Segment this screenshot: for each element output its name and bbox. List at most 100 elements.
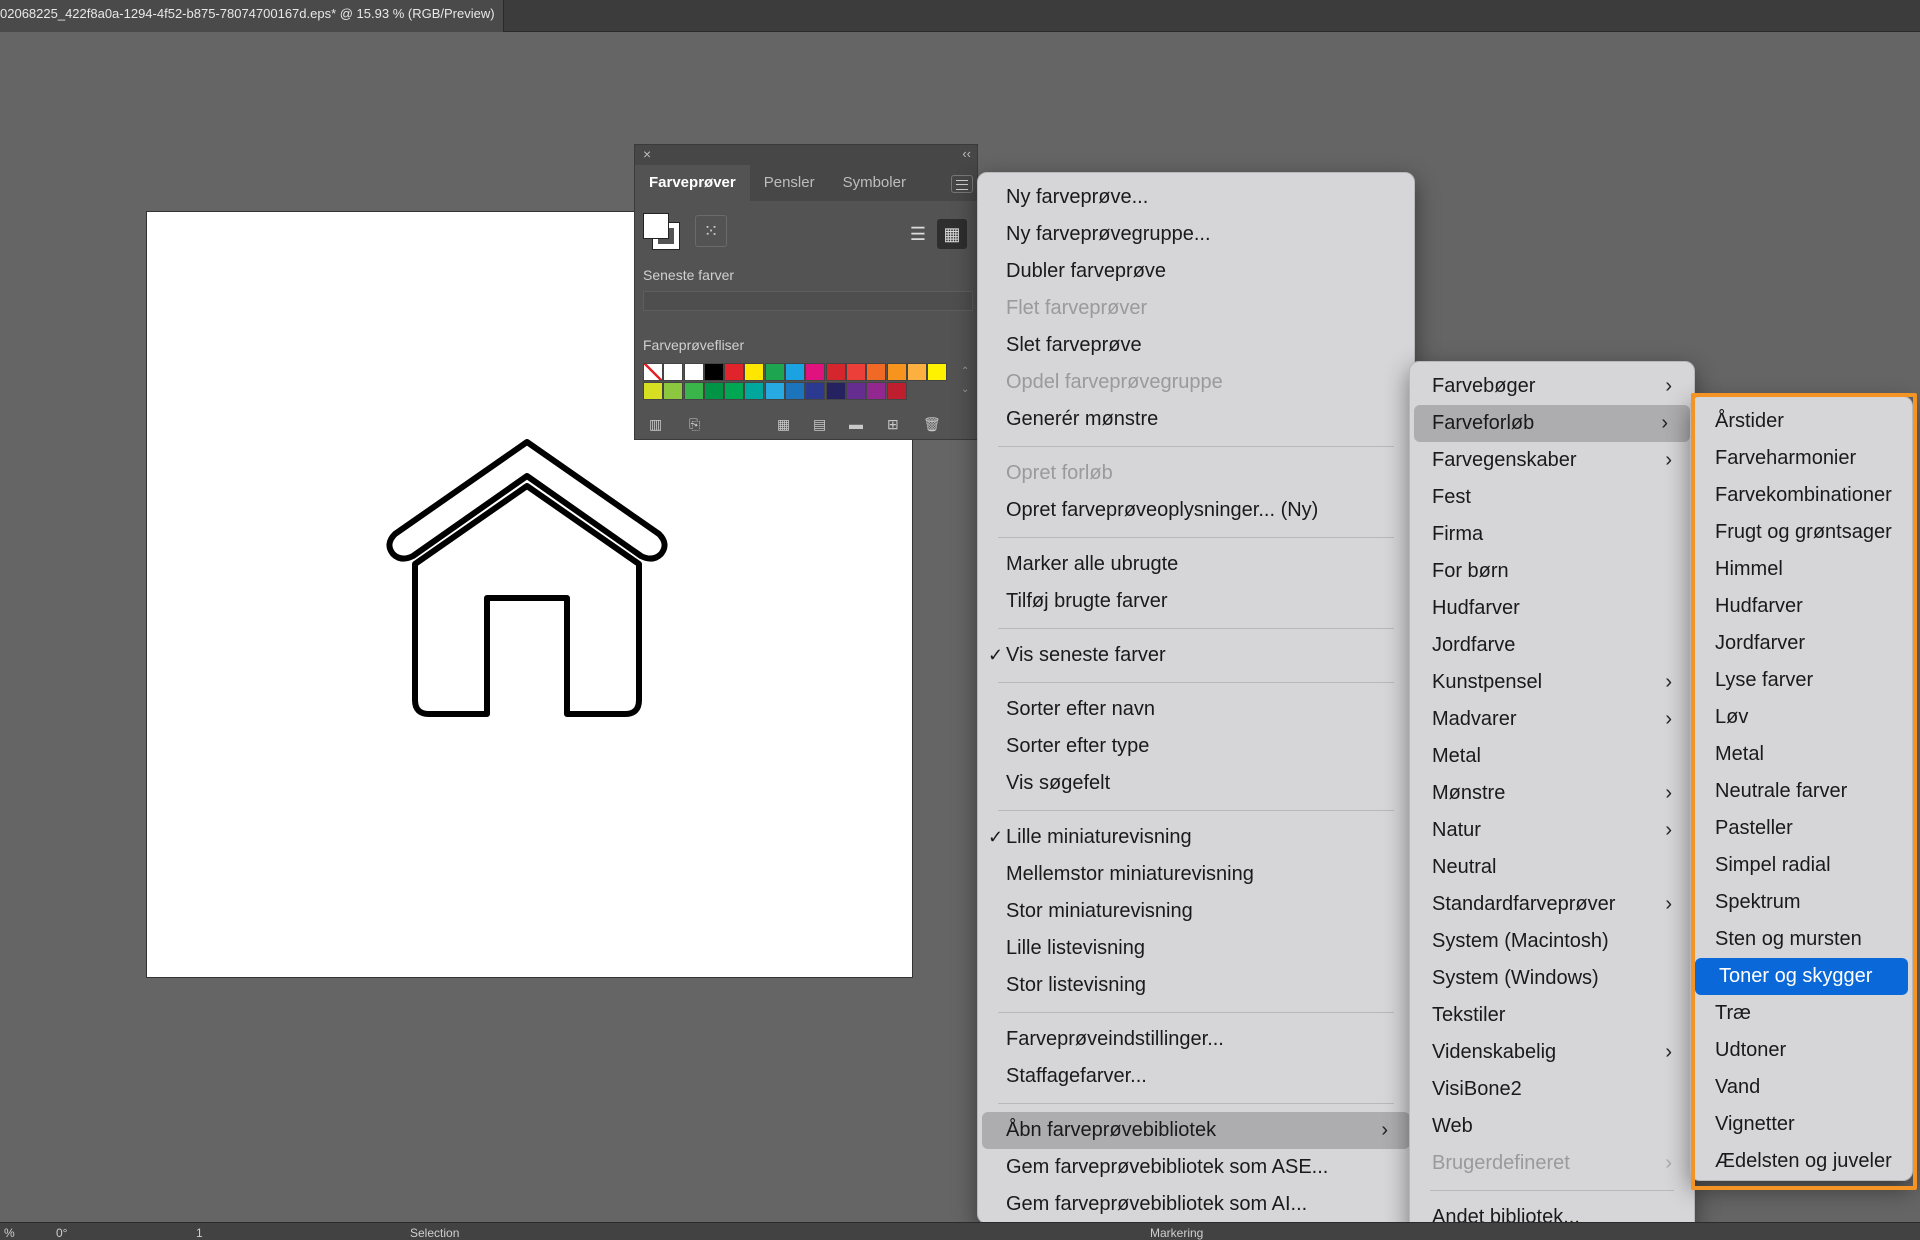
- color-swatch[interactable]: [744, 363, 765, 381]
- artboard-number[interactable]: 1: [196, 1226, 203, 1240]
- menu-item-new-swatch-group[interactable]: Ny farveprøvegruppe...: [978, 216, 1414, 253]
- tab-symbols[interactable]: Symboler: [829, 165, 920, 201]
- none-swatch[interactable]: [643, 363, 663, 381]
- submenu-item-color-books[interactable]: Farvebøger ›: [1410, 368, 1694, 405]
- gradient-item-simple-radial[interactable]: Simpel radial: [1691, 847, 1912, 884]
- submenu-item-kids[interactable]: For børn: [1410, 553, 1694, 590]
- rotation-readout[interactable]: 0°: [56, 1226, 67, 1240]
- gradient-item-pastels[interactable]: Pasteller: [1691, 810, 1912, 847]
- submenu-item-metal[interactable]: Metal: [1410, 738, 1694, 775]
- submenu-item-celebration[interactable]: Fest: [1410, 479, 1694, 516]
- new-swatch-icon[interactable]: ⊞: [887, 416, 899, 433]
- gradient-item-fades[interactable]: Udtoner: [1691, 1032, 1912, 1069]
- menu-item-large-list[interactable]: Stor listevisning: [978, 967, 1414, 1004]
- menu-item-small-list[interactable]: Lille listevisning: [978, 930, 1414, 967]
- color-swatch[interactable]: [683, 382, 704, 400]
- menu-item-save-library-ai[interactable]: Gem farveprøvebibliotek som AI...: [978, 1186, 1414, 1223]
- gradient-item-sky[interactable]: Himmel: [1691, 551, 1912, 588]
- menu-item-swatch-options[interactable]: Farveprøveindstillinger...: [978, 1021, 1414, 1058]
- zoom-readout[interactable]: %: [4, 1226, 15, 1240]
- registration-swatch[interactable]: [663, 363, 684, 381]
- menu-item-delete-swatch[interactable]: Slet farveprøve: [978, 327, 1414, 364]
- submenu-item-textiles[interactable]: Tekstiler: [1410, 997, 1694, 1034]
- gradient-item-spectrums[interactable]: Spektrum: [1691, 884, 1912, 921]
- grid-view-icon[interactable]: ▦: [937, 219, 967, 249]
- menu-item-show-find-field[interactable]: Vis søgefelt: [978, 765, 1414, 802]
- gradient-item-fruits-vegetables[interactable]: Frugt og grøntsager: [1691, 514, 1912, 551]
- color-swatch[interactable]: [805, 382, 826, 400]
- gradient-item-vignettes[interactable]: Vignetter: [1691, 1106, 1912, 1143]
- house-icon[interactable]: [377, 432, 677, 722]
- menu-item-generate-patterns[interactable]: Generér mønstre: [978, 401, 1414, 438]
- submenu-item-default-swatches[interactable]: Standardfarveprøver ›: [1410, 886, 1694, 923]
- swatch-options-icon[interactable]: ▤: [813, 416, 826, 433]
- gradient-item-color-combinations[interactable]: Farvekombinationer: [1691, 477, 1912, 514]
- color-swatch[interactable]: [785, 382, 806, 400]
- color-swatch[interactable]: [764, 363, 785, 381]
- menu-item-select-all-unused[interactable]: Marker alle ubrugte: [978, 546, 1414, 583]
- collapse-icon[interactable]: ‹‹: [962, 146, 971, 161]
- panel-menu-icon[interactable]: [951, 175, 973, 193]
- menu-item-sort-by-name[interactable]: Sorter efter navn: [978, 691, 1414, 728]
- submenu-item-foods[interactable]: Madvarer ›: [1410, 701, 1694, 738]
- color-swatch[interactable]: [886, 382, 907, 400]
- gradient-item-skin-tones[interactable]: Hudfarver: [1691, 588, 1912, 625]
- registration-icon[interactable]: ⁙: [695, 215, 727, 247]
- submenu-item-earthtone[interactable]: Jordfarve: [1410, 627, 1694, 664]
- menu-item-large-thumbnail[interactable]: Stor miniaturevisning: [978, 893, 1414, 930]
- color-swatch[interactable]: [663, 382, 684, 400]
- submenu-item-system-mac[interactable]: System (Macintosh): [1410, 923, 1694, 960]
- gradient-item-gems-jewels[interactable]: Ædelsten og juveler: [1691, 1143, 1912, 1180]
- submenu-item-corporate[interactable]: Firma: [1410, 516, 1694, 553]
- menu-item-open-swatch-library[interactable]: Åbn farveprøvebibliotek ›: [982, 1112, 1410, 1149]
- color-swatch[interactable]: [906, 363, 927, 381]
- color-swatch[interactable]: [866, 382, 887, 400]
- color-swatch[interactable]: [744, 382, 765, 400]
- color-swatch[interactable]: [785, 363, 806, 381]
- gradient-item-foliage[interactable]: Løv: [1691, 699, 1912, 736]
- menu-item-medium-thumbnail[interactable]: Mellemstor miniaturevisning: [978, 856, 1414, 893]
- color-swatch[interactable]: [825, 363, 846, 381]
- gradient-item-tints-shades[interactable]: Toner og skygger: [1695, 958, 1908, 995]
- fill-stroke-widget[interactable]: [643, 213, 680, 250]
- gradient-item-wood[interactable]: Træ: [1691, 995, 1912, 1032]
- submenu-item-art-history[interactable]: Kunstpensel ›: [1410, 664, 1694, 701]
- gradient-item-seasons[interactable]: Årstider: [1691, 403, 1912, 440]
- color-swatch[interactable]: [703, 363, 724, 381]
- gradient-item-water[interactable]: Vand: [1691, 1069, 1912, 1106]
- gradient-item-neutrals[interactable]: Neutrale farver: [1691, 773, 1912, 810]
- document-tab[interactable]: 02068225_422f8a0a-1294-4f52-b875-7807470…: [0, 0, 504, 32]
- color-swatch[interactable]: [703, 382, 724, 400]
- submenu-item-web[interactable]: Web: [1410, 1108, 1694, 1145]
- new-group-icon[interactable]: ▬: [849, 416, 863, 432]
- color-swatch[interactable]: [927, 363, 948, 381]
- color-swatch[interactable]: [845, 382, 866, 400]
- gradient-item-color-harmonies[interactable]: Farveharmonier: [1691, 440, 1912, 477]
- tab-swatches[interactable]: Farveprøver: [635, 165, 750, 201]
- submenu-item-neutral[interactable]: Neutral: [1410, 849, 1694, 886]
- menu-item-small-thumbnail[interactable]: ✓ Lille miniaturevisning: [978, 819, 1414, 856]
- menu-item-sort-by-kind[interactable]: Sorter efter type: [978, 728, 1414, 765]
- color-swatch[interactable]: [724, 363, 745, 381]
- swatch-kind-icon[interactable]: ▦: [777, 416, 790, 433]
- tab-brushes[interactable]: Pensler: [750, 165, 829, 201]
- color-swatch[interactable]: [724, 382, 745, 400]
- color-swatch[interactable]: [764, 382, 785, 400]
- swatch-scrollbar[interactable]: ⌃ ⌄: [961, 363, 971, 399]
- list-view-icon[interactable]: ☰: [903, 219, 933, 249]
- submenu-item-system-windows[interactable]: System (Windows): [1410, 960, 1694, 997]
- place-swatch-icon[interactable]: ⎘: [689, 416, 700, 433]
- menu-item-add-used-colors[interactable]: Tilføj brugte farver: [978, 583, 1414, 620]
- color-swatch[interactable]: [866, 363, 887, 381]
- menu-item-create-swatch-info[interactable]: Opret farveprøveoplysninger... (Ny): [978, 492, 1414, 529]
- gradient-item-metal[interactable]: Metal: [1691, 736, 1912, 773]
- color-swatch[interactable]: [825, 382, 846, 400]
- library-menu-icon[interactable]: ▥: [649, 416, 662, 433]
- trash-icon[interactable]: 🗑: [923, 416, 941, 433]
- submenu-item-color-properties[interactable]: Farvegenskaber ›: [1410, 442, 1694, 479]
- color-swatch[interactable]: [683, 363, 704, 381]
- gradient-item-brights[interactable]: Lyse farver: [1691, 662, 1912, 699]
- menu-item-spot-colors[interactable]: Staffagefarver...: [978, 1058, 1414, 1095]
- submenu-item-gradients[interactable]: Farveforløb ›: [1414, 405, 1690, 442]
- color-swatch[interactable]: [886, 363, 907, 381]
